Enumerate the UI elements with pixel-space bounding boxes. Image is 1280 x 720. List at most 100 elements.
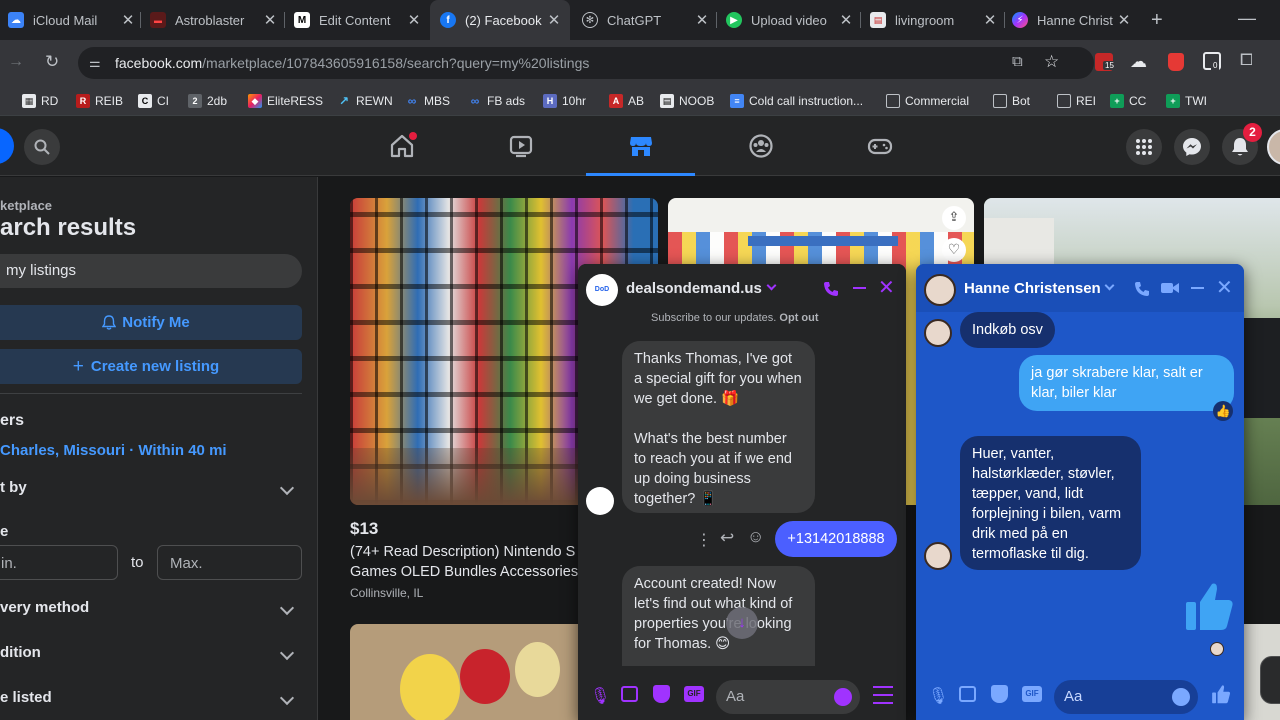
bookmark-item[interactable]: ▦ RD (22, 93, 58, 109)
tab-icloud-mail[interactable]: ☁ iCloud Mail ✕ (8, 0, 136, 40)
chat-header[interactable]: Hanne Christensen ✕ (916, 264, 1244, 312)
tab-upload-video[interactable]: ▶ Upload video ✕ (726, 0, 854, 40)
incoming-message[interactable]: Huer, vanter, halstørklæder, støvler, tæ… (960, 436, 1141, 570)
outgoing-message[interactable]: ja gør skrabere klar, salt er klar, bile… (1019, 355, 1234, 411)
share-icon[interactable]: ⇪ (942, 206, 966, 230)
outgoing-message[interactable]: +13142018888 (775, 521, 897, 557)
condition-filter[interactable]: dition (0, 644, 318, 664)
react-icon[interactable]: ☺ (747, 527, 764, 547)
notify-me-button[interactable]: Notify Me (0, 305, 302, 340)
incoming-message[interactable]: Account created! Now let's find out what… (622, 566, 815, 666)
close-tab-icon[interactable]: ✕ (546, 11, 562, 29)
minimize-window-icon[interactable]: — (1238, 8, 1256, 29)
emoji-icon[interactable] (834, 688, 852, 706)
sort-by-filter[interactable]: t by (0, 479, 318, 499)
incoming-message[interactable]: Thanks Thomas, I've got a special gift f… (622, 341, 815, 513)
microphone-icon[interactable]: 🎙 (928, 686, 948, 706)
bookmark-star-icon[interactable]: ☆ (1044, 52, 1059, 72)
profile-avatar[interactable] (1267, 129, 1280, 165)
minimize-chat-icon[interactable] (1191, 287, 1204, 289)
delivery-method-filter[interactable]: very method (0, 599, 318, 619)
bookmark-item[interactable]: A AB (609, 93, 644, 109)
reload-icon[interactable]: ↻ (45, 52, 59, 72)
close-chat-icon[interactable]: ✕ (1216, 275, 1233, 300)
reaction-badge[interactable]: 👍 (1213, 401, 1233, 421)
close-tab-icon[interactable]: ✕ (838, 11, 854, 29)
extensions-puzzle-icon[interactable]: ⧠ (1240, 52, 1253, 70)
chat-contact-name[interactable]: dealsondemand.us (626, 280, 762, 297)
menu-lines-icon[interactable] (873, 686, 893, 704)
bookmark-item[interactable]: ◆ EliteRESS (248, 93, 323, 109)
close-chat-icon[interactable]: ✕ (878, 275, 895, 300)
message-input[interactable]: Aa (1054, 680, 1198, 714)
bookmark-item[interactable]: ≡ Cold call instruction... (730, 93, 863, 109)
facebook-logo-icon[interactable] (0, 128, 14, 164)
new-tab-icon[interactable]: + (1151, 9, 1163, 32)
close-tab-icon[interactable]: ✕ (1116, 11, 1132, 29)
bookmark-item[interactable]: H 10hr (543, 93, 586, 109)
sticker-icon[interactable] (991, 685, 1008, 703)
close-tab-icon[interactable]: ✕ (120, 11, 136, 29)
bookmark-item[interactable]: 2 2db (188, 93, 227, 109)
notifications-button[interactable]: 2 (1222, 123, 1262, 165)
chevron-down-icon[interactable] (766, 280, 777, 291)
message-input[interactable]: Aa (716, 680, 860, 714)
chat-avatar[interactable]: DoD (586, 274, 618, 306)
chevron-down-icon[interactable] (1104, 280, 1115, 291)
chat-header[interactable]: DoD dealsondemand.us ✕ (578, 264, 906, 312)
minimize-chat-icon[interactable] (853, 287, 866, 289)
bookmark-item[interactable]: ∞ MBS (405, 93, 450, 109)
nav-marketplace[interactable] (586, 116, 696, 176)
bookmark-folder[interactable]: REI (1057, 93, 1096, 109)
extension-square-icon[interactable]: 0 (1203, 52, 1221, 70)
new-message-button[interactable] (1260, 656, 1280, 704)
thumbs-up-icon[interactable] (1211, 684, 1231, 704)
opt-out-link[interactable]: Opt out (779, 312, 818, 324)
chat-avatar[interactable] (924, 274, 956, 306)
search-input[interactable]: my listings (0, 254, 302, 288)
tab-livingroom[interactable]: ▤ livingroom ✕ (870, 0, 998, 40)
search-button[interactable] (24, 129, 60, 165)
bookmark-item[interactable]: R REIB (76, 93, 123, 109)
chat-contact-name[interactable]: Hanne Christensen (964, 280, 1101, 297)
install-app-icon[interactable]: ⧉ (1012, 53, 1023, 70)
close-tab-icon[interactable]: ✕ (694, 11, 710, 29)
gif-icon[interactable]: GIF (1022, 686, 1042, 702)
microphone-icon[interactable]: 🎙 (590, 686, 610, 706)
incoming-message[interactable]: Indkøb osv (960, 312, 1055, 348)
bookmark-item[interactable]: ↗ REWN (337, 93, 393, 109)
bookmark-folder[interactable]: Bot (993, 93, 1030, 109)
forward-icon[interactable]: → (8, 53, 24, 71)
tab-edit-content[interactable]: M Edit Content ✕ (294, 0, 422, 40)
max-price-input[interactable]: Max. (157, 545, 302, 580)
nav-video[interactable] (466, 116, 576, 176)
bookmark-item[interactable]: + TWI (1166, 93, 1207, 109)
menu-button[interactable] (1126, 129, 1162, 165)
location-filter[interactable]: Charles, Missouri · Within 40 mi (0, 442, 227, 459)
tab-astroblaster[interactable]: ▬ Astroblaster ✕ (150, 0, 278, 40)
heart-icon[interactable]: ♡ (942, 238, 966, 262)
extension-red-icon[interactable]: 15 (1095, 53, 1116, 71)
image-icon[interactable] (959, 686, 976, 702)
nav-home[interactable] (347, 116, 457, 176)
reply-icon[interactable]: ↩ (720, 528, 734, 548)
bookmark-folder[interactable]: Commercial (886, 93, 969, 109)
more-options-icon[interactable]: ⋮ (696, 530, 712, 550)
date-listed-filter[interactable]: e listed (0, 689, 318, 709)
nav-gaming[interactable] (825, 116, 935, 176)
scroll-to-bottom-button[interactable]: ↓ (726, 607, 758, 639)
messenger-button[interactable] (1174, 129, 1210, 165)
bookmark-item[interactable]: ∞ FB ads (468, 93, 525, 109)
bookmark-item[interactable]: C CI (138, 93, 169, 109)
bookmark-item[interactable]: ▤ NOOB (660, 93, 714, 109)
shield-extension-icon[interactable] (1168, 53, 1184, 71)
emoji-icon[interactable] (1172, 688, 1190, 706)
close-tab-icon[interactable]: ✕ (262, 11, 278, 29)
image-icon[interactable] (621, 686, 638, 702)
listing-title[interactable]: (74+ Read Description) Nintendo S Games … (350, 542, 608, 582)
gif-icon[interactable]: GIF (684, 686, 704, 702)
tab-facebook[interactable]: f (2) Facebook ✕ (430, 0, 570, 40)
min-price-input[interactable]: in. (0, 545, 118, 580)
tab-chatgpt[interactable]: ✻ ChatGPT ✕ (582, 0, 710, 40)
phone-icon[interactable] (823, 281, 839, 297)
